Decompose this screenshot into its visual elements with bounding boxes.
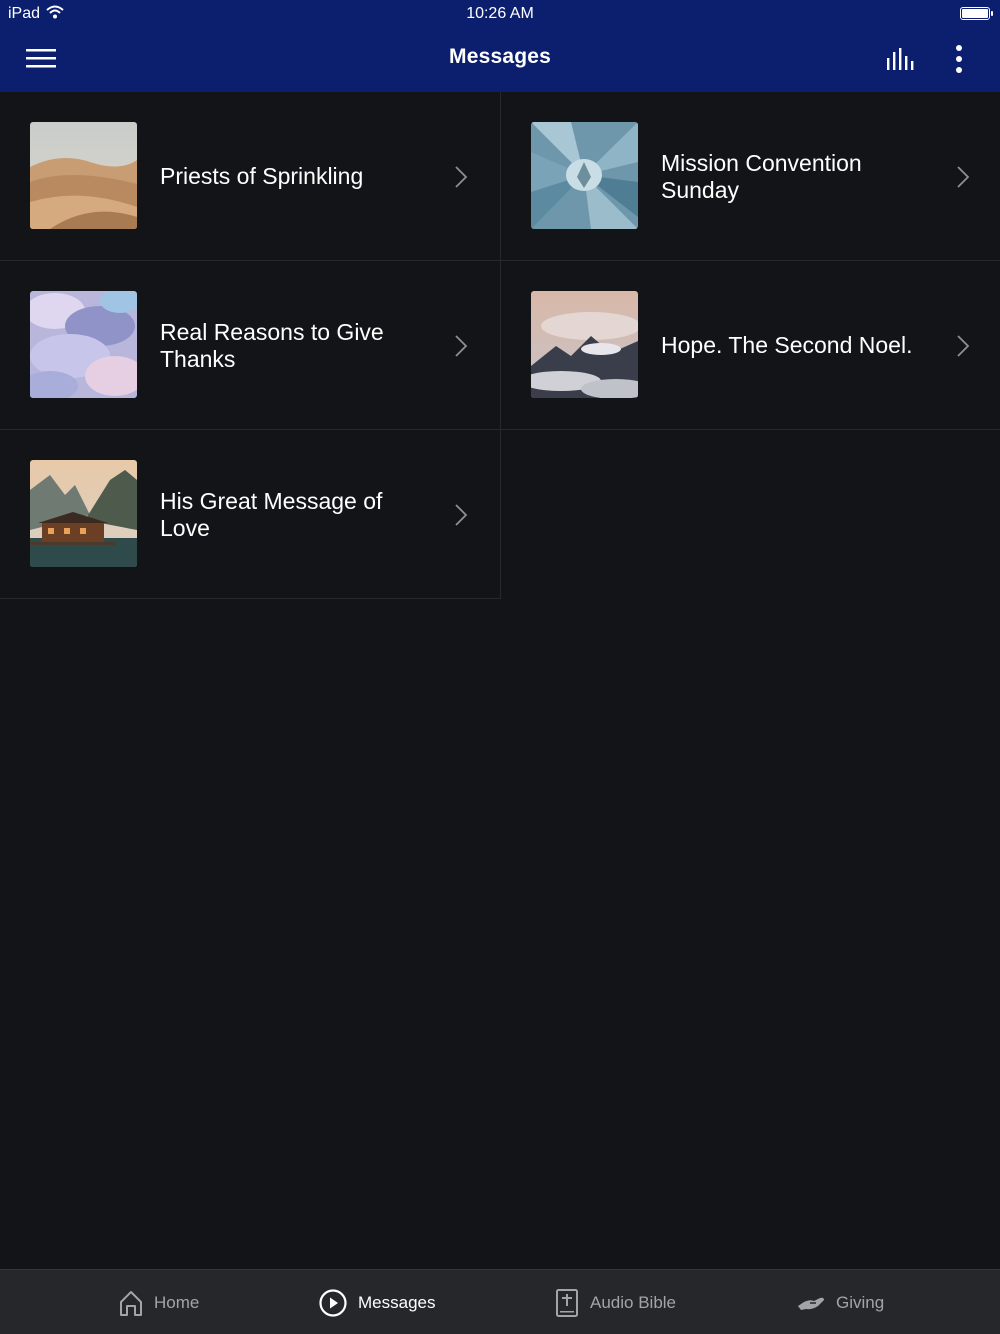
chevron-right-icon	[455, 335, 468, 357]
page-title: Messages	[449, 45, 551, 68]
more-options-icon[interactable]	[946, 42, 972, 76]
tab-home[interactable]: Home	[118, 1270, 199, 1334]
message-title: Hope. The Second Noel.	[661, 332, 913, 358]
chevron-right-icon	[957, 166, 970, 188]
message-thumbnail	[30, 122, 137, 229]
message-card[interactable]: Mission Convention Sunday	[501, 92, 1000, 261]
message-title: His Great Message of Love	[160, 487, 383, 541]
message-title: Mission Convention Sunday	[661, 149, 862, 203]
message-card[interactable]: His Great Message of Love	[0, 430, 501, 599]
message-title: Real Reasons to Give Thanks	[160, 318, 384, 372]
status-bar: iPad 10:26 AM	[0, 0, 1000, 28]
message-card[interactable]: Real Reasons to Give Thanks	[0, 261, 501, 430]
chevron-right-icon	[455, 166, 468, 188]
tab-messages[interactable]: Messages	[318, 1270, 435, 1334]
giving-hand-icon	[798, 1297, 824, 1310]
play-circle-icon	[319, 1288, 347, 1317]
message-thumbnail	[30, 460, 137, 567]
message-card[interactable]: Priests of Sprinkling	[0, 92, 501, 261]
chevron-right-icon	[455, 504, 468, 526]
bible-icon	[556, 1288, 578, 1317]
app-header: iPad 10:26 AM Messages	[0, 0, 1000, 92]
tab-giving-label: Giving	[836, 1292, 885, 1312]
message-title: Priests of Sprinkling	[160, 163, 364, 189]
tab-audio-bible-label: Audio Bible	[590, 1292, 677, 1312]
status-time: 10:26 AM	[466, 5, 534, 22]
tab-home-label: Home	[154, 1292, 200, 1312]
tab-messages-label: Messages	[358, 1292, 436, 1312]
message-thumbnail	[531, 291, 638, 398]
audio-player-icon[interactable]	[884, 46, 918, 74]
message-thumbnail	[30, 291, 137, 398]
message-card[interactable]: Hope. The Second Noel.	[501, 261, 1000, 430]
tab-audio-bible[interactable]: Audio Bible	[554, 1270, 676, 1334]
home-icon	[120, 1290, 142, 1316]
message-thumbnail	[531, 122, 638, 229]
battery-icon	[960, 7, 993, 20]
tab-giving[interactable]: Giving	[796, 1270, 884, 1334]
bottom-tab-bar: Home Messages Audio Bible Giving	[0, 1269, 1000, 1334]
chevron-right-icon	[957, 335, 970, 357]
